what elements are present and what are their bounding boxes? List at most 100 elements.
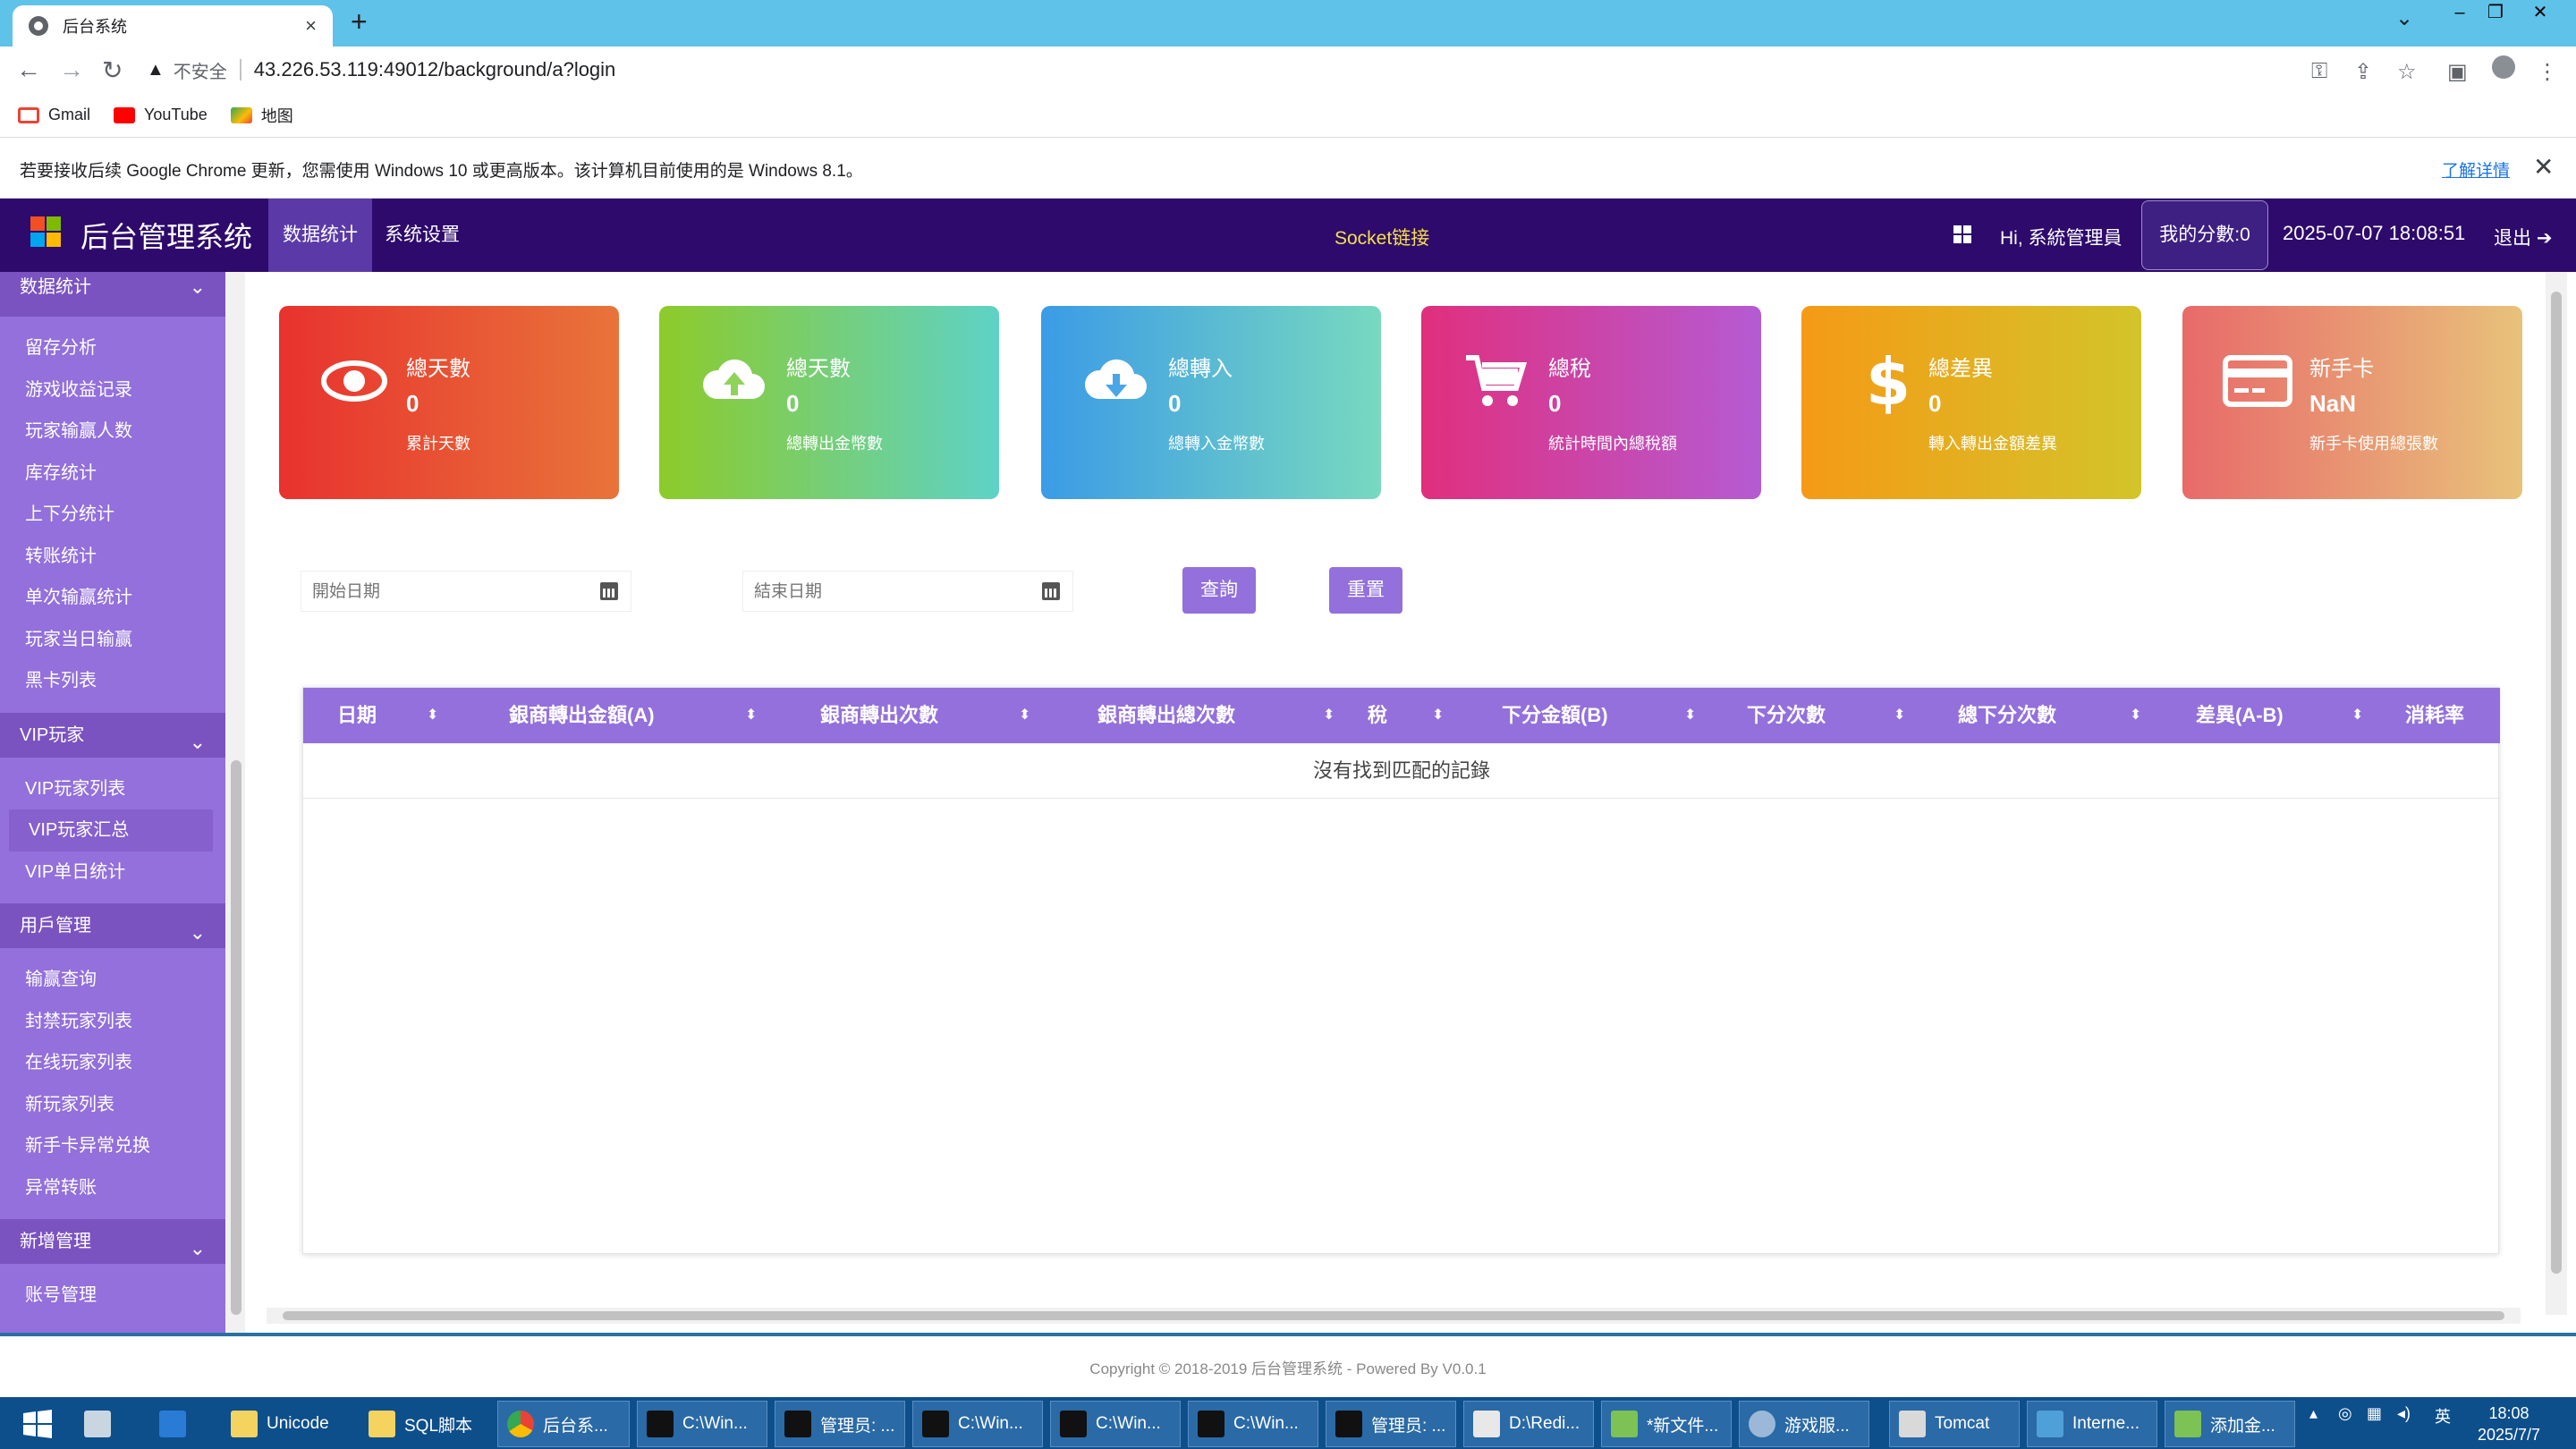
file-explorer-pinned[interactable]	[75, 1401, 120, 1447]
forward-icon[interactable]: →	[59, 55, 84, 84]
tab-close-button[interactable]: ×	[305, 14, 317, 38]
sort-icon[interactable]: ⬍	[1019, 688, 1030, 743]
bookmark-maps[interactable]: 地图	[230, 104, 293, 127]
taskbar-item-game-server[interactable]: 游戏服...	[1739, 1401, 1869, 1447]
tab-search-dropdown[interactable]: ⌄	[2395, 5, 2413, 31]
sidebar-item[interactable]: 异常转账	[0, 1167, 225, 1209]
column-header-difference[interactable]: 差異(A-B)	[2196, 688, 2284, 743]
sidebar-item[interactable]: VIP玩家列表	[0, 768, 225, 810]
sidebar-scroll-thumb[interactable]	[231, 760, 242, 1315]
ime-indicator[interactable]: 英	[2435, 1404, 2451, 1428]
powershell-pinned[interactable]	[150, 1401, 195, 1447]
taskbar-item-cmd[interactable]: C:\Win...	[637, 1401, 767, 1447]
sort-icon[interactable]: ⬍	[745, 688, 757, 743]
scroll-thumb[interactable]	[283, 1311, 2504, 1320]
taskbar-item-sql[interactable]: SQL脚本	[360, 1401, 490, 1447]
tray-expand-icon[interactable]: ▴	[2309, 1404, 2318, 1423]
end-date-field[interactable]	[742, 571, 1073, 612]
my-score-badge[interactable]: 我的分數:0	[2141, 200, 2268, 270]
sidebar-item[interactable]: 库存统计	[0, 453, 225, 495]
tab-system-settings[interactable]: 系统设置	[370, 199, 474, 272]
sidebar-item[interactable]: 新玩家列表	[0, 1084, 225, 1126]
column-header-out-amount[interactable]: 銀商轉出金額(A)	[509, 688, 655, 743]
query-button[interactable]: 查詢	[1182, 567, 1256, 614]
sort-icon[interactable]: ⬍	[1894, 688, 1905, 743]
sort-icon[interactable]: ⬍	[1323, 688, 1335, 743]
close-window-button[interactable]: ✕	[2522, 0, 2558, 27]
sort-icon[interactable]: ⬍	[2351, 688, 2363, 743]
sidebar-group-data-statistics[interactable]: 数据统计 ⌄	[0, 272, 225, 317]
start-date-field[interactable]	[301, 571, 631, 612]
sidebar-item[interactable]: 留存分析	[0, 327, 225, 369]
side-panel-icon[interactable]: ▣	[2447, 59, 2468, 85]
socket-status[interactable]: Socket链接	[1335, 224, 1429, 250]
start-button[interactable]	[13, 1401, 54, 1447]
sidebar-item[interactable]: 黑卡列表	[0, 660, 225, 702]
taskbar-item-unicode[interactable]: Unicode	[222, 1401, 352, 1447]
calendar-icon[interactable]	[1042, 582, 1060, 600]
taskbar-item-cmd[interactable]: C:\Win...	[1188, 1401, 1318, 1447]
reload-icon[interactable]: ↻	[102, 55, 123, 85]
sort-icon[interactable]: ⬍	[1432, 688, 1444, 743]
sidebar-group-user-management[interactable]: 用戶管理 ⌄	[0, 903, 225, 948]
column-header-down-amount[interactable]: 下分金額(B)	[1502, 688, 1608, 743]
taskbar-item-cmd[interactable]: C:\Win...	[1050, 1401, 1181, 1447]
star-icon[interactable]: ☆	[2397, 59, 2417, 85]
sidebar-item[interactable]: 单次输赢统计	[0, 577, 225, 619]
learn-more-link[interactable]: 了解详情	[2442, 157, 2510, 182]
taskbar-item-cmd[interactable]: C:\Win...	[912, 1401, 1043, 1447]
start-date-input[interactable]	[312, 579, 545, 606]
taskbar-item-internet[interactable]: Interne...	[2027, 1401, 2157, 1447]
new-tab-button[interactable]: +	[351, 5, 368, 38]
bookmark-gmail[interactable]: Gmail	[18, 106, 90, 124]
column-header-total-down-count[interactable]: 總下分次數	[1958, 688, 2056, 743]
vertical-scrollbar[interactable]	[2546, 272, 2567, 1315]
user-greeting[interactable]: Hi, 系統管理員	[2000, 224, 2123, 250]
system-clock[interactable]: 18:08 2025/7/7	[2478, 1402, 2540, 1445]
volume-icon[interactable]: ◂)	[2397, 1404, 2411, 1423]
reset-button[interactable]: 重置	[1329, 567, 1402, 614]
sort-icon[interactable]: ⬍	[1684, 688, 1696, 743]
infobar-close-button[interactable]: ✕	[2533, 152, 2554, 182]
taskbar-item-cmd[interactable]: 管理员: ...	[775, 1401, 905, 1447]
network-icon[interactable]: ▦	[2367, 1404, 2382, 1423]
column-header-out-total-count[interactable]: 銀商轉出總次數	[1097, 688, 1235, 743]
sidebar-item[interactable]: 封禁玩家列表	[0, 1001, 225, 1043]
column-header-date[interactable]: 日期	[337, 688, 377, 743]
sort-icon[interactable]: ⬍	[2130, 688, 2141, 743]
browser-tab[interactable]: 后台系统 ×	[13, 5, 333, 47]
sidebar-item[interactable]: 账号管理	[0, 1275, 225, 1317]
column-header-tax[interactable]: 稅	[1368, 688, 1387, 743]
sidebar-item-selected[interactable]: VIP玩家汇总	[9, 809, 213, 852]
sidebar-group-add-management[interactable]: 新增管理 ⌄	[0, 1219, 225, 1264]
tab-data-statistics[interactable]: 数据统计	[268, 199, 372, 272]
taskbar-item-notepad[interactable]: *新文件...	[1601, 1401, 1732, 1447]
share-icon[interactable]: ⇪	[2354, 59, 2372, 85]
back-icon[interactable]: ←	[16, 55, 41, 84]
warning-icon[interactable]: ▲	[147, 60, 165, 80]
column-header-out-count[interactable]: 銀商轉出次數	[820, 688, 938, 743]
menu-icon[interactable]: ⋮	[2537, 59, 2558, 85]
end-date-input[interactable]	[754, 579, 987, 606]
scroll-thumb[interactable]	[2551, 292, 2562, 1274]
sidebar-item[interactable]: 上下分统计	[0, 494, 225, 536]
sidebar-item[interactable]: 新手卡异常兑换	[0, 1125, 225, 1167]
restore-button[interactable]: ❐	[2478, 0, 2513, 27]
taskbar-item-add-gold[interactable]: 添加金...	[2165, 1401, 2295, 1447]
sidebar-item[interactable]: 玩家输赢人数	[0, 411, 225, 453]
taskbar-item-chrome[interactable]: 后台系...	[497, 1401, 630, 1447]
taskbar-item-redis[interactable]: D:\Redi...	[1463, 1401, 1594, 1447]
taskbar-item-tomcat[interactable]: Tomcat	[1889, 1401, 2020, 1447]
column-header-consumption-rate[interactable]: 消耗率	[2405, 688, 2464, 743]
sidebar-item[interactable]: 玩家当日输赢	[0, 619, 225, 661]
key-icon[interactable]: ⚿	[2311, 59, 2327, 84]
grid-icon[interactable]	[1953, 225, 1971, 243]
sidebar-item[interactable]: VIP单日统计	[0, 852, 225, 894]
sidebar-item[interactable]: 转账统计	[0, 536, 225, 578]
sidebar-item[interactable]: 游戏收益记录	[0, 369, 225, 411]
calendar-icon[interactable]	[600, 582, 618, 600]
profile-avatar[interactable]	[2492, 55, 2515, 79]
tray-app-icon[interactable]: ◎	[2338, 1404, 2352, 1423]
sort-icon[interactable]: ⬍	[427, 688, 438, 743]
url-text[interactable]: 43.226.53.119:49012/background/a?login	[254, 58, 616, 81]
